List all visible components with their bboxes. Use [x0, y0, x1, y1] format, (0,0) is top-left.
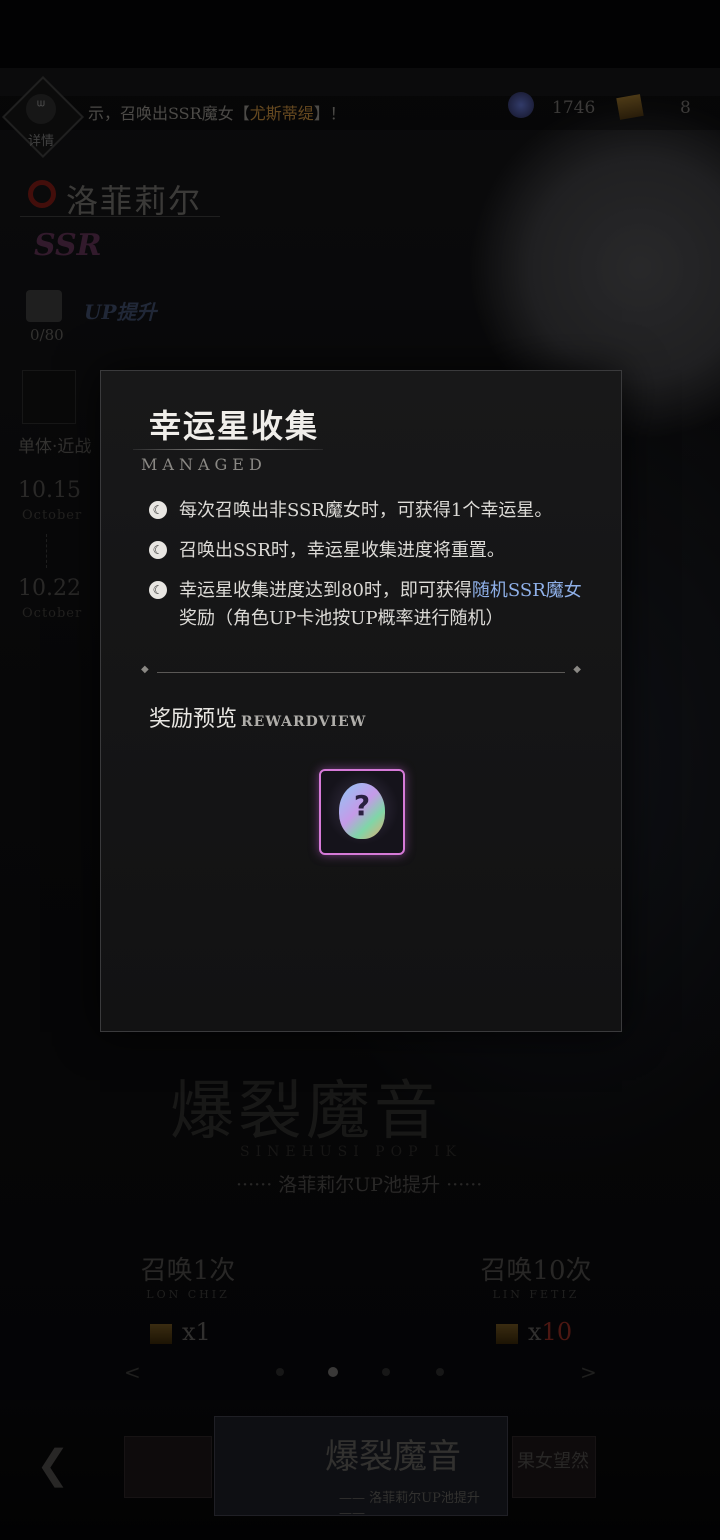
random-ssr-link[interactable]: 随机SSR魔女 [472, 580, 582, 601]
moon-bullet-icon: ☾ [149, 501, 167, 519]
rule-3-prefix: 幸运星收集进度达到80时，即可获得 [179, 580, 472, 601]
modal-title: 幸运星收集 [149, 407, 320, 445]
rule-item: ☾ 每次召唤出非SSR魔女时，可获得1个幸运星。 [149, 497, 589, 525]
rule-text: 幸运星收集进度达到80时，即可获得随机SSR魔女奖励（角色UP卡池按UP概率进行… [149, 577, 589, 633]
moon-bullet-icon: ☾ [149, 541, 167, 559]
random-ssr-reward-item[interactable]: ? [319, 769, 405, 855]
rule-item: ☾ 召唤出SSR时，幸运星收集进度将重置。 [149, 537, 589, 565]
divider-ornament-left: ◆ [141, 664, 149, 675]
rule-text: 召唤出SSR时，幸运星收集进度将重置。 [179, 540, 505, 561]
question-mark-icon: ? [353, 789, 371, 822]
moon-bullet-icon: ☾ [149, 581, 167, 599]
title-underline [133, 449, 323, 450]
rule-3-suffix: 奖励（角色UP卡池按UP概率进行随机） [179, 608, 504, 629]
reward-title-en: REWARDVIEW [241, 714, 367, 730]
rule-item: ☾ 幸运星收集进度达到80时，即可获得随机SSR魔女奖励（角色UP卡池按UP概率… [149, 577, 589, 633]
divider-ornament-right: ◆ [573, 664, 581, 675]
ornament-divider: ◆ ◆ [141, 664, 581, 675]
divider-line [157, 672, 565, 673]
modal-subtitle: MANAGED [141, 455, 267, 474]
lucky-star-modal: 幸运星收集 MANAGED ☾ 每次召唤出非SSR魔女时，可获得1个幸运星。 ☾… [100, 370, 622, 1032]
rule-text: 每次召唤出非SSR魔女时，可获得1个幸运星。 [179, 500, 553, 521]
reward-title-cn: 奖励预览 [149, 707, 238, 732]
reward-preview-title: 奖励预览 REWARDVIEW [149, 701, 366, 733]
